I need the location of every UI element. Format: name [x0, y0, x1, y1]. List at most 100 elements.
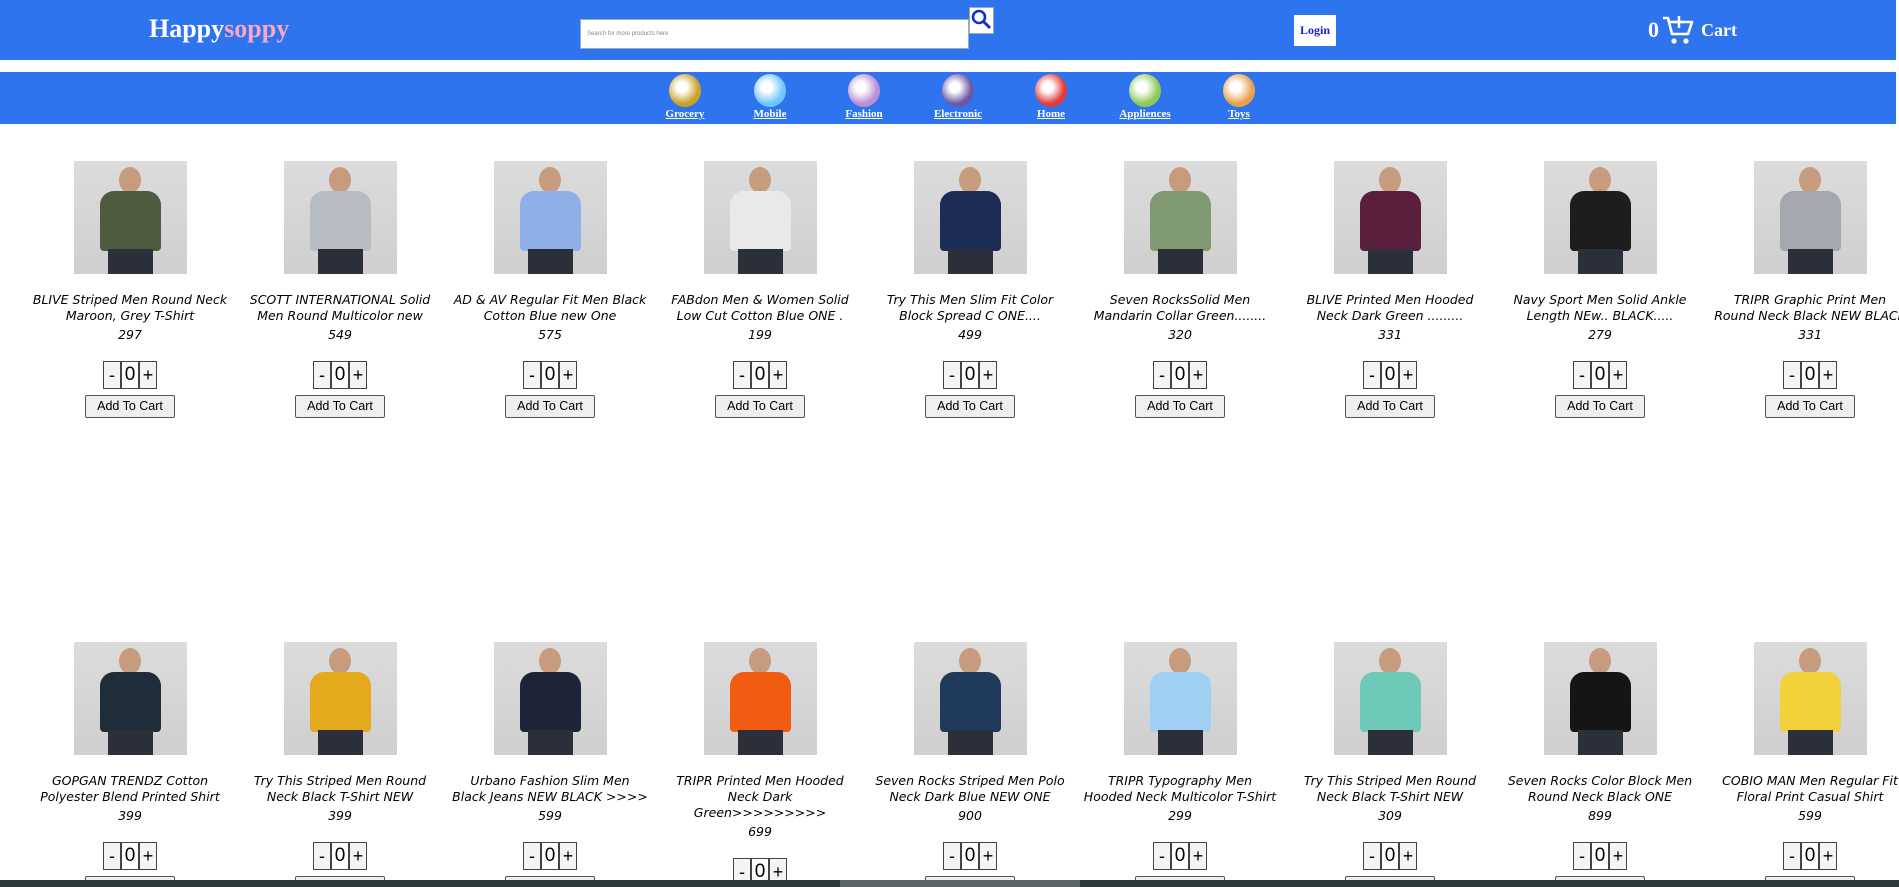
product-image[interactable]: [1543, 161, 1657, 274]
decrease-button[interactable]: -: [523, 361, 541, 389]
category-fashion[interactable]: Fashion: [834, 74, 894, 120]
product-image[interactable]: [703, 161, 817, 274]
decrease-button[interactable]: -: [943, 842, 961, 870]
increase-button[interactable]: +: [1609, 842, 1627, 870]
product-name: Try This Striped Men Round Neck Black T-…: [1303, 773, 1477, 804]
quantity-stepper: -0 +: [240, 361, 440, 389]
cart-icon: [1663, 16, 1694, 44]
increase-button[interactable]: +: [1609, 361, 1627, 389]
increase-button[interactable]: +: [349, 361, 367, 389]
quantity-value: 0: [961, 842, 979, 870]
product-image[interactable]: [1753, 161, 1867, 274]
quantity-stepper: -0 +: [1500, 361, 1700, 389]
increase-button[interactable]: +: [979, 361, 997, 389]
product-image[interactable]: [913, 642, 1027, 755]
product-image[interactable]: [73, 642, 187, 755]
search-button[interactable]: [969, 7, 994, 34]
category-grocery[interactable]: Grocery: [655, 74, 715, 120]
decrease-button[interactable]: -: [1363, 842, 1381, 870]
add-to-cart-button[interactable]: Add To Cart: [1555, 395, 1645, 418]
increase-button[interactable]: +: [1819, 361, 1837, 389]
category-mobile[interactable]: Mobile: [740, 74, 800, 120]
product-image[interactable]: [913, 161, 1027, 274]
increase-button[interactable]: +: [559, 842, 577, 870]
quantity-value: 0: [1591, 842, 1609, 870]
decrease-button[interactable]: -: [1573, 842, 1591, 870]
product-price: 399: [118, 808, 142, 823]
product-card: AD & AV Regular Fit Men Black Cotton Blu…: [450, 161, 650, 418]
increase-button[interactable]: +: [979, 842, 997, 870]
quantity-value: 0: [1171, 361, 1189, 389]
product-image[interactable]: [493, 642, 607, 755]
decrease-button[interactable]: -: [1153, 361, 1171, 389]
product-image[interactable]: [283, 161, 397, 274]
scrollbar-thumb[interactable]: [840, 880, 1080, 887]
add-to-cart-button[interactable]: Add To Cart: [925, 395, 1015, 418]
fashion-icon: [848, 74, 880, 107]
decrease-button[interactable]: -: [1153, 842, 1171, 870]
add-to-cart-button[interactable]: Add To Cart: [715, 395, 805, 418]
add-to-cart-button[interactable]: Add To Cart: [1765, 395, 1855, 418]
product-price: 599: [538, 808, 562, 823]
product-image[interactable]: [1333, 642, 1447, 755]
decrease-button[interactable]: -: [313, 842, 331, 870]
cart-label: Cart: [1701, 19, 1737, 40]
product-image[interactable]: [1753, 642, 1867, 755]
decrease-button[interactable]: -: [1783, 842, 1801, 870]
increase-button[interactable]: +: [1399, 842, 1417, 870]
product-price: 899: [1588, 808, 1612, 823]
decrease-button[interactable]: -: [313, 361, 331, 389]
decrease-button[interactable]: -: [733, 361, 751, 389]
category-label: Home: [1036, 108, 1066, 120]
category-label: Mobile: [753, 108, 787, 120]
category-toys[interactable]: Toys: [1209, 74, 1269, 120]
decrease-button[interactable]: -: [1783, 361, 1801, 389]
decrease-button[interactable]: -: [103, 842, 121, 870]
product-image[interactable]: [73, 161, 187, 274]
product-image[interactable]: [1123, 642, 1237, 755]
decrease-button[interactable]: -: [523, 842, 541, 870]
category-electronic[interactable]: Electronic: [928, 74, 988, 120]
add-to-cart-button[interactable]: Add To Cart: [505, 395, 595, 418]
decrease-button[interactable]: -: [1573, 361, 1591, 389]
category-appliences[interactable]: Appliences: [1115, 74, 1175, 120]
increase-button[interactable]: +: [769, 361, 787, 389]
product-name: Try This Men Slim Fit Color Block Spread…: [886, 292, 1054, 323]
increase-button[interactable]: +: [1189, 361, 1207, 389]
product-card: TRIPR Graphic Print Men Round Neck Black…: [1710, 161, 1899, 418]
product-image[interactable]: [493, 161, 607, 274]
quantity-value: 0: [1381, 842, 1399, 870]
increase-button[interactable]: +: [559, 361, 577, 389]
increase-button[interactable]: +: [139, 842, 157, 870]
brand-part2: soppy: [224, 14, 290, 43]
product-image[interactable]: [283, 642, 397, 755]
product-image[interactable]: [703, 642, 817, 755]
quantity-stepper: -0 +: [1290, 361, 1490, 389]
product-name: Seven Rocks Color Block Men Round Neck B…: [1507, 773, 1693, 804]
decrease-button[interactable]: -: [103, 361, 121, 389]
product-image[interactable]: [1333, 161, 1447, 274]
search-input[interactable]: Search for more products here: [580, 19, 969, 49]
brand-logo[interactable]: Happysoppy: [149, 14, 289, 44]
decrease-button[interactable]: -: [1363, 361, 1381, 389]
decrease-button[interactable]: -: [943, 361, 961, 389]
increase-button[interactable]: +: [1819, 842, 1837, 870]
product-name: TRIPR Printed Men Hooded Neck Dark Green…: [676, 773, 844, 820]
increase-button[interactable]: +: [1189, 842, 1207, 870]
add-to-cart-button[interactable]: Add To Cart: [85, 395, 175, 418]
increase-button[interactable]: +: [1399, 361, 1417, 389]
cart-button[interactable]: 0 Cart: [1648, 10, 1737, 50]
increase-button[interactable]: +: [349, 842, 367, 870]
quantity-value: 0: [331, 842, 349, 870]
product-card: TRIPR Printed Men Hooded Neck Dark Green…: [660, 642, 860, 887]
quantity-value: 0: [331, 361, 349, 389]
product-image[interactable]: [1543, 642, 1657, 755]
category-home[interactable]: Home: [1021, 74, 1081, 120]
add-to-cart-button[interactable]: Add To Cart: [295, 395, 385, 418]
quantity-value: 0: [1171, 842, 1189, 870]
add-to-cart-button[interactable]: Add To Cart: [1345, 395, 1435, 418]
increase-button[interactable]: +: [139, 361, 157, 389]
add-to-cart-button[interactable]: Add To Cart: [1135, 395, 1225, 418]
login-button[interactable]: Login: [1294, 15, 1336, 46]
product-image[interactable]: [1123, 161, 1237, 274]
